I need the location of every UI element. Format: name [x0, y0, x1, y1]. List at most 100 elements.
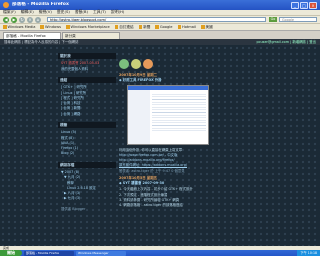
- sidebar-label-link[interactable]: JAVA (1): [58, 141, 116, 145]
- sidebar-links: 連結 [ GTK+ ] 研究所 [ Linux ] 研究所 [ 程式 ] 研究所…: [58, 76, 116, 116]
- post-text: 2. 下次預定 - 進階程式設計練習: [119, 192, 168, 197]
- tab-new[interactable]: 新分頁: [62, 32, 120, 39]
- post-link[interactable]: http://www.firefox.com.tw/ - 中文版: [119, 153, 219, 157]
- sidebar-heading: 連結: [58, 76, 116, 84]
- screenshot-content: [152, 91, 206, 132]
- archive-year-toggle[interactable]: ▼ 2007 (8): [58, 170, 116, 174]
- bookmark-item[interactable]: 新聞: [138, 25, 150, 29]
- sidebar: 關於我 SYT 讀書會 2007-05-03 我的完整個人資料 連結 [ GTK…: [58, 53, 116, 246]
- archive-month-toggle[interactable]: ▶ 七月 (3): [58, 196, 116, 200]
- menu-file[interactable]: 檔案(F): [3, 9, 16, 15]
- start-button[interactable]: 開始: [0, 250, 22, 256]
- post-text: 利用這個外掛, 你可以直接在網頁上寫文章: [119, 147, 183, 152]
- page-content: 搜尋此網誌 | 標記為令人反感的內容 | 下一個網誌 pcuser@gmail.…: [0, 39, 320, 246]
- search-input[interactable]: Google: [279, 16, 317, 23]
- stop-icon[interactable]: ×: [27, 16, 33, 23]
- post-text: 1. 今天繼續上次內容 - 初步介紹 GTK+ 程式設計: [119, 187, 193, 192]
- bookmark-item[interactable]: Windows Media: [3, 25, 35, 29]
- menu-view[interactable]: 檢視(V): [39, 9, 52, 15]
- back-icon[interactable]: ◀: [3, 16, 9, 23]
- menu-bookmarks[interactable]: 書籤(B): [75, 9, 88, 15]
- menu-history[interactable]: 歷史(S): [57, 9, 70, 15]
- home-icon[interactable]: ⌂: [35, 16, 41, 23]
- sidebar-link[interactable]: [ 台灣 ] 新聞: [58, 106, 116, 110]
- archive-month-toggle[interactable]: ▼ 九月 (2): [58, 175, 116, 179]
- maximize-button[interactable]: □: [300, 1, 308, 9]
- sidebar-link[interactable]: [ 台灣 ] 網路: [58, 112, 116, 116]
- bookmark-icon: [3, 25, 7, 29]
- bookmark-icon: [201, 25, 205, 29]
- post-link[interactable]: http://addons.mozilla.org/firefox/: [119, 158, 219, 162]
- menu-edit[interactable]: 編輯(E): [21, 9, 34, 15]
- post-date: 2007年10月9日 星期二: [119, 73, 158, 77]
- archive-month-toggle[interactable]: ▶ 八月 (3): [58, 191, 116, 195]
- menu-tools[interactable]: 工具(T): [93, 9, 106, 15]
- sidebar-about: 關於我 SYT 讀書會 2007-05-03 我的完整個人資料: [58, 53, 116, 71]
- sidebar-heading: 網誌存檔: [58, 161, 116, 169]
- bookmark-item[interactable]: Google: [155, 25, 173, 29]
- sidebar-link[interactable]: [ 台灣 ] 科技: [58, 101, 116, 105]
- bookmark-icon: [114, 25, 119, 29]
- bookmark-icon: [66, 25, 70, 29]
- post-date: 2007年10月5日 星期五: [119, 175, 158, 180]
- close-button[interactable]: ×: [309, 1, 317, 9]
- menu-help[interactable]: 說明(H): [111, 9, 124, 15]
- archive-post-link[interactable]: 教學: [58, 181, 116, 185]
- post-screenshot[interactable]: [127, 84, 209, 145]
- post-text: 4. 網路部落格 - astro-tiger 的部落格連結: [119, 203, 183, 207]
- green-circle-icon: [119, 59, 129, 69]
- post-text: 3. 資料請參閱 - 研究所論壇 GTK+ 網頁: [119, 197, 180, 202]
- sidebar-link[interactable]: [ 程式 ] 研究所: [58, 96, 116, 100]
- forward-icon[interactable]: ▶: [11, 16, 17, 23]
- post-title[interactable]: ◆ 好用工具 FIREFOX 外掛: [119, 78, 219, 82]
- post-body: 利用這個外掛, 你可以直接在網頁上寫文章 http://www.firefox.…: [119, 148, 219, 173]
- sidebar-link[interactable]: SYT 讀書會 2007-05-03: [58, 61, 116, 65]
- bookmark-icon: [177, 25, 181, 29]
- bookmark-item[interactable]: 美國: [201, 25, 213, 29]
- sidebar-link[interactable]: [ Linux ] 研究所: [58, 91, 116, 95]
- sidebar-link[interactable]: [ GTK+ ] 研究所: [58, 85, 116, 89]
- powered-by-blogger[interactable]: 提供者 Blogger: [58, 207, 116, 211]
- post-link[interactable]: 擴充套件網址: https://addons.mozilla.org/: [119, 163, 219, 167]
- sidebar-label-link[interactable]: Blog (2): [58, 151, 116, 155]
- firefox-icon: [3, 2, 9, 8]
- reload-icon[interactable]: ↻: [19, 16, 25, 23]
- bookmarks-toolbar: Windows Media Windows Windows Marketplac…: [0, 24, 320, 31]
- bookmark-item[interactable]: Windows Marketplace: [66, 25, 110, 29]
- taskbar-item-messenger[interactable]: Windows Messenger: [76, 250, 126, 256]
- post-title[interactable]: ◆ SYT 讀書會 2007-09-30: [119, 181, 219, 185]
- system-clock: 下午 10:18: [297, 250, 320, 256]
- window-title: 部落格 - Mozilla Firefox: [12, 2, 69, 8]
- main-column: 2007年10月9日 星期二 ◆ 好用工具 FIREFOX 外掛 利用這個外掛,…: [119, 59, 219, 208]
- sidebar-label-link[interactable]: 程式 (8): [58, 136, 116, 140]
- sidebar-heading: 標籤: [58, 121, 116, 129]
- address-bar[interactable]: http://astro-tiger.blogspot.com/: [47, 16, 266, 23]
- bookmark-icon: [155, 25, 159, 29]
- sidebar-labels: 標籤 Linux (5) 程式 (8) JAVA (1) Firefox (1)…: [58, 121, 116, 156]
- sidebar-heading: 關於我: [58, 53, 116, 60]
- bookmark-item[interactable]: Hotmail: [177, 25, 196, 29]
- screenshot-sidebar: [128, 89, 150, 144]
- go-button[interactable]: Go: [269, 16, 277, 23]
- taskbar: 開始 部落格 - Mozilla Firefox Windows Messeng…: [0, 250, 320, 256]
- header-circles: [119, 59, 219, 69]
- post-body: 1. 今天繼續上次內容 - 初步介紹 GTK+ 程式設計 2. 下次預定 - 進…: [119, 187, 219, 207]
- sidebar-label-link[interactable]: Firefox (1): [58, 146, 116, 150]
- taskbar-item-firefox[interactable]: 部落格 - Mozilla Firefox: [24, 250, 74, 256]
- archive-post-link[interactable]: Linux 2.6.18 設定: [58, 186, 116, 190]
- bookmark-item[interactable]: Windows: [40, 25, 61, 29]
- sidebar-label-link[interactable]: Linux (5): [58, 130, 116, 134]
- bookmark-item[interactable]: 自訂連結: [114, 25, 134, 29]
- tab-blog[interactable]: 部落格 - Mozilla Firefox: [3, 32, 61, 39]
- bookmark-icon: [40, 25, 44, 29]
- minimize-button[interactable]: _: [291, 1, 299, 9]
- navbar-left-links[interactable]: 搜尋此網誌 | 標記為令人反感的內容 | 下一個網誌: [4, 39, 78, 45]
- bookmark-icon: [138, 25, 143, 29]
- post-footer: 發表者: astro-tiger 於 上午 9:47 0 個意見: [119, 168, 185, 173]
- orange-circle-icon: [143, 59, 153, 69]
- sidebar-link[interactable]: 我的完整個人資料: [58, 67, 116, 71]
- blogger-navbar: 搜尋此網誌 | 標記為令人反感的內容 | 下一個網誌 pcuser@gmail.…: [0, 39, 320, 45]
- navbar-user-links[interactable]: pcuser@gmail.com | 新增網誌 | 登出: [257, 39, 316, 45]
- yellow-circle-icon: [131, 59, 141, 69]
- sidebar-archive: 網誌存檔 ▼ 2007 (8) ▼ 九月 (2) 教學 Linux 2.6.18…: [58, 161, 116, 201]
